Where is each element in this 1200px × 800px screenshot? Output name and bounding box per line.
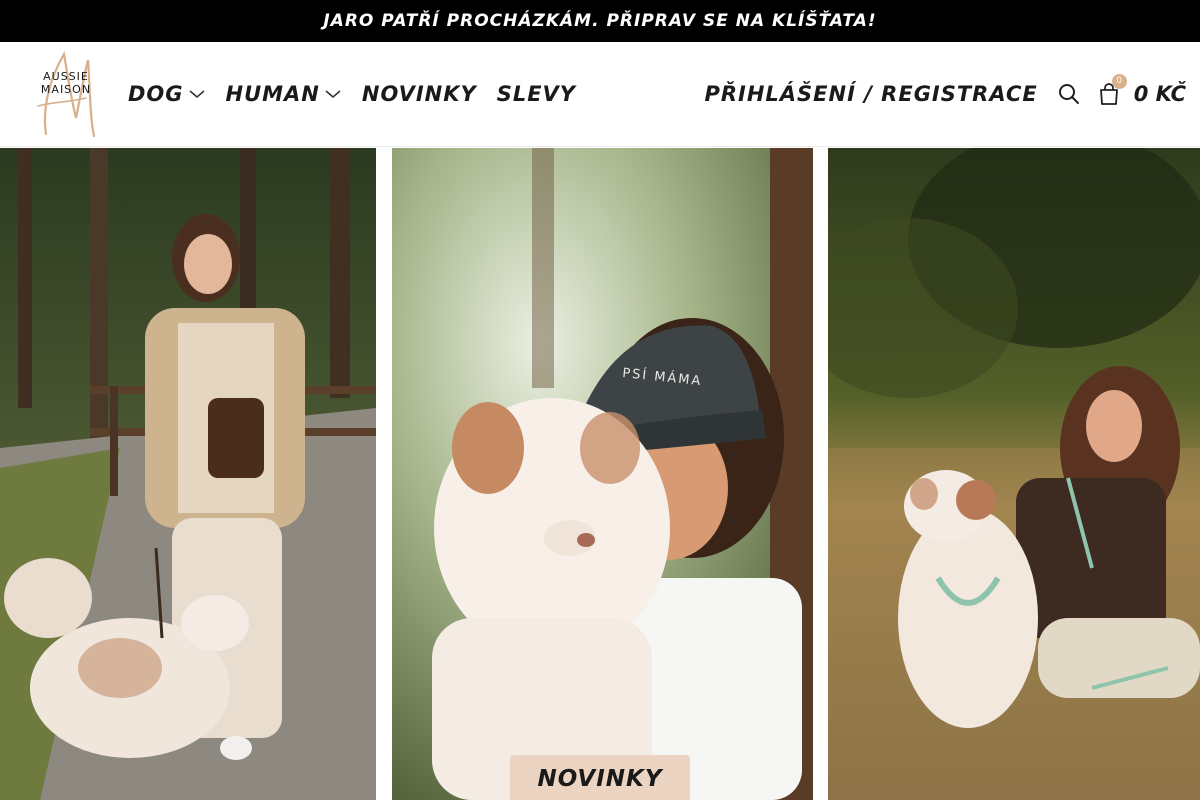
forest-walk-photo	[0, 148, 376, 800]
chevron-down-icon	[325, 90, 341, 99]
logo-line-1: AUSSIE	[43, 70, 89, 83]
nav-item-label: HUMAN	[225, 82, 320, 106]
novinky-cta-button[interactable]: NOVINKY	[510, 755, 690, 800]
nav-item-label: NOVINKY	[361, 82, 477, 106]
cta-label: NOVINKY	[537, 766, 663, 792]
hero-image-hug[interactable]: PSÍ MÁMA	[392, 148, 813, 800]
announcement-text: Jaro patří procházkám. Připrav se na klí…	[323, 11, 877, 31]
hero-image-walking[interactable]	[0, 148, 376, 800]
logo-line-2: MAISON	[40, 83, 92, 96]
nav-item-human[interactable]: HUMAN	[226, 82, 342, 106]
main-nav: DOG HUMAN NOVINKY SLEVY	[128, 76, 596, 112]
announcement-bar: Jaro patří procházkám. Připrav se na klí…	[0, 0, 1200, 42]
cart-button[interactable]: 0 0 KČ	[1098, 74, 1186, 106]
dog-hug-photo: PSÍ MÁMA	[392, 148, 813, 800]
login-register-link[interactable]: PŘIHLÁŠENÍ / REGISTRACE	[704, 82, 1037, 106]
nav-item-novinky[interactable]: NOVINKY	[362, 82, 477, 106]
nav-item-label: SLEVY	[496, 82, 577, 106]
cart-total: 0 KČ	[1133, 82, 1186, 106]
nav-item-slevy[interactable]: SLEVY	[497, 82, 576, 106]
site-header: AUSSIE MAISON DOG HUMAN NOVINKY SLEVY PŘ…	[0, 42, 1200, 147]
nav-item-label: DOG	[128, 82, 184, 106]
site-logo[interactable]: AUSSIE MAISON	[24, 48, 104, 140]
search-icon[interactable]	[1058, 83, 1080, 105]
hero-image-sitting[interactable]	[828, 148, 1200, 800]
nav-item-dog[interactable]: DOG	[128, 82, 206, 106]
header-actions: PŘIHLÁŠENÍ / REGISTRACE 0 0 KČ	[704, 74, 1186, 112]
chevron-down-icon	[189, 90, 205, 99]
cart-count-badge: 0	[1111, 74, 1127, 89]
meadow-sit-photo	[828, 148, 1200, 800]
